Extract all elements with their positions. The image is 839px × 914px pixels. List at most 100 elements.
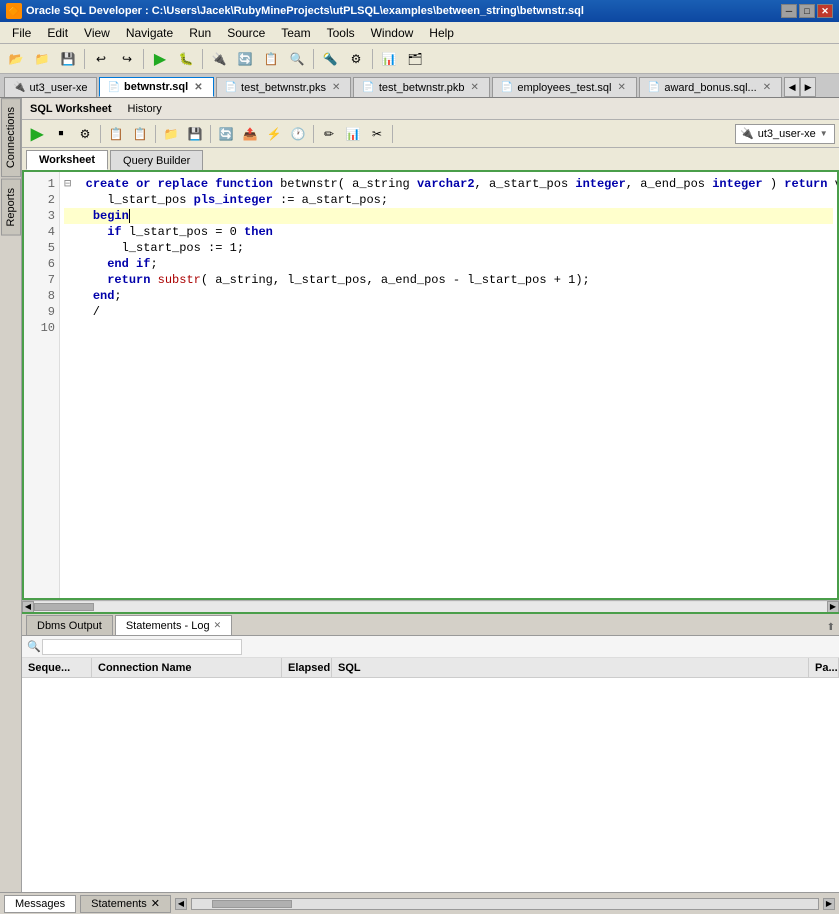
scroll-right-button[interactable]: ▶ [827,601,839,613]
menu-item-team[interactable]: Team [273,24,318,42]
tabs-nav-left[interactable]: ◀ [784,77,800,97]
open-button[interactable]: 📁 [30,48,54,70]
tab-close-3[interactable]: ✕ [468,82,480,93]
run-statement-button[interactable]: ▶ [26,123,48,145]
tab-icon-4: 📄 [501,82,513,93]
tab-close-4[interactable]: ✕ [616,82,628,93]
redo-button[interactable]: ↪ [115,48,139,70]
menu-item-run[interactable]: Run [181,24,219,42]
tab-close-5[interactable]: ✕ [761,82,773,93]
undo-button[interactable]: ↩ [89,48,113,70]
dbms-output-label: Dbms Output [37,620,102,632]
tab-close-2[interactable]: ✕ [330,82,342,93]
ws-tab-worksheet[interactable]: Worksheet [26,150,108,170]
sidebar-connections-tab[interactable]: Connections [1,98,21,177]
menu-item-edit[interactable]: Edit [39,24,76,42]
save-file-button[interactable]: 💾 [184,123,206,145]
tab-icon-0: 🔌 [13,82,25,93]
minimize-button[interactable]: ─ [781,4,797,18]
editor-horizontal-scrollbar[interactable]: ◀ ▶ [22,600,839,612]
status-messages-tab[interactable]: Messages [4,895,76,913]
menu-bar: FileEditViewNavigateRunSourceTeamToolsWi… [0,22,839,44]
sidebar-reports-tab[interactable]: Reports [1,179,21,236]
rollback-button[interactable]: 📋 [105,123,127,145]
menu-item-tools[interactable]: Tools [319,24,363,42]
bottom-tab-statements-log[interactable]: Statements - Log ✕ [115,615,232,635]
tab-employees-test[interactable]: 📄 employees_test.sql ✕ [492,77,637,97]
code-editor[interactable]: 12345678910 ⊟ create or replace function… [22,172,839,600]
tab-label-0: ut3_user-xe [29,82,87,94]
status-scroll-left[interactable]: ◀ [175,898,187,910]
statements-close-icon[interactable]: ✕ [151,897,160,910]
properties-button[interactable]: 📋 [259,48,283,70]
code-line-4: if l_start_pos = 0 then [64,224,833,240]
format-button[interactable]: ✏ [318,123,340,145]
bottom-panel-restore-button[interactable]: ⬆ [827,622,835,633]
save-button[interactable]: 💾 [56,48,80,70]
tab-icon-1: 📄 [108,82,120,93]
worksheet-subtabs: Worksheet Query Builder [22,148,839,172]
run-script-button[interactable]: ⏹ [50,123,72,145]
tab-test-betwnstr-pkb[interactable]: 📄 test_betwnstr.pkb ✕ [353,77,489,97]
menu-item-navigate[interactable]: Navigate [118,24,181,42]
scroll-track[interactable] [34,602,827,612]
status-bar: Messages Statements ✕ ◀ ▶ [0,892,839,914]
col-elapsed: Elapsed [282,658,332,677]
tab-betwnstr-sql[interactable]: 📄 betwnstr.sql ✕ [99,77,214,97]
statements-log-label: Statements - Log [126,620,210,632]
connection-selector[interactable]: 🔌 ut3_user-xe ▼ [735,124,835,144]
extra-btn-2[interactable]: 🗂 [403,48,427,70]
open-file-button[interactable]: 📁 [160,123,182,145]
find-button[interactable]: 🔦 [318,48,342,70]
bottom-tab-dbms-output[interactable]: Dbms Output [26,615,113,635]
line-number-3: 3 [24,208,59,224]
to-upper-button[interactable]: ✂ [366,123,388,145]
tab-test-betwnstr-pks[interactable]: 📄 test_betwnstr.pks ✕ [216,77,352,97]
line-number-12 [24,352,59,368]
menu-item-help[interactable]: Help [421,24,462,42]
code-content[interactable]: ⊟ create or replace function betwnstr( a… [60,172,837,598]
status-scroll-right[interactable]: ▶ [823,898,835,910]
run-button[interactable]: ▶ [148,48,172,70]
commit-button[interactable]: ⚙ [74,123,96,145]
new-file-button[interactable]: 📂 [4,48,28,70]
code-line-18 [64,448,833,464]
connections-button[interactable]: 🔌 [207,48,231,70]
status-scroll-track[interactable] [191,898,819,910]
debug-button[interactable]: 🐛 [174,48,198,70]
statements-log-close-icon[interactable]: ✕ [214,620,222,631]
status-scroll-thumb[interactable] [212,900,292,908]
history-tab[interactable]: History [120,103,170,115]
tab-icon-3: 📄 [362,82,374,93]
menu-item-window[interactable]: Window [363,24,422,42]
explain-plan-button[interactable]: 📤 [239,123,261,145]
tab-label-4: employees_test.sql [517,82,611,94]
maximize-button[interactable]: □ [799,4,815,18]
refresh-button[interactable]: 🔄 [233,48,257,70]
status-statements-tab[interactable]: Statements ✕ [80,895,171,913]
menu-item-source[interactable]: Source [219,24,273,42]
menu-item-file[interactable]: File [4,24,39,42]
scroll-thumb[interactable] [34,603,94,611]
scroll-left-button[interactable]: ◀ [22,601,34,613]
line-number-13 [24,368,59,384]
tab-close-1[interactable]: ✕ [192,82,204,93]
cancel-button[interactable]: 📋 [129,123,151,145]
tab-award-bonus[interactable]: 📄 award_bonus.sql... ✕ [639,77,782,97]
clear-button[interactable]: 📊 [342,123,364,145]
compile-button[interactable]: ⚙ [344,48,368,70]
viewer-button[interactable]: 🔄 [215,123,237,145]
close-button[interactable]: ✕ [817,4,833,18]
line-number-5: 5 [24,240,59,256]
filter-button[interactable]: 🔍 [285,48,309,70]
extra-btn-1[interactable]: 📊 [377,48,401,70]
statements-search-input[interactable] [42,639,242,655]
code-line-24 [64,544,833,560]
menu-item-view[interactable]: View [76,24,118,42]
line-number-19 [24,464,59,480]
tab-ut3-user-xe[interactable]: 🔌 ut3_user-xe [4,77,97,97]
autotrace-button[interactable]: ⚡ [263,123,285,145]
tabs-nav-right[interactable]: ▶ [800,77,816,97]
history-button[interactable]: 🕐 [287,123,309,145]
ws-tab-query-builder[interactable]: Query Builder [110,150,203,170]
